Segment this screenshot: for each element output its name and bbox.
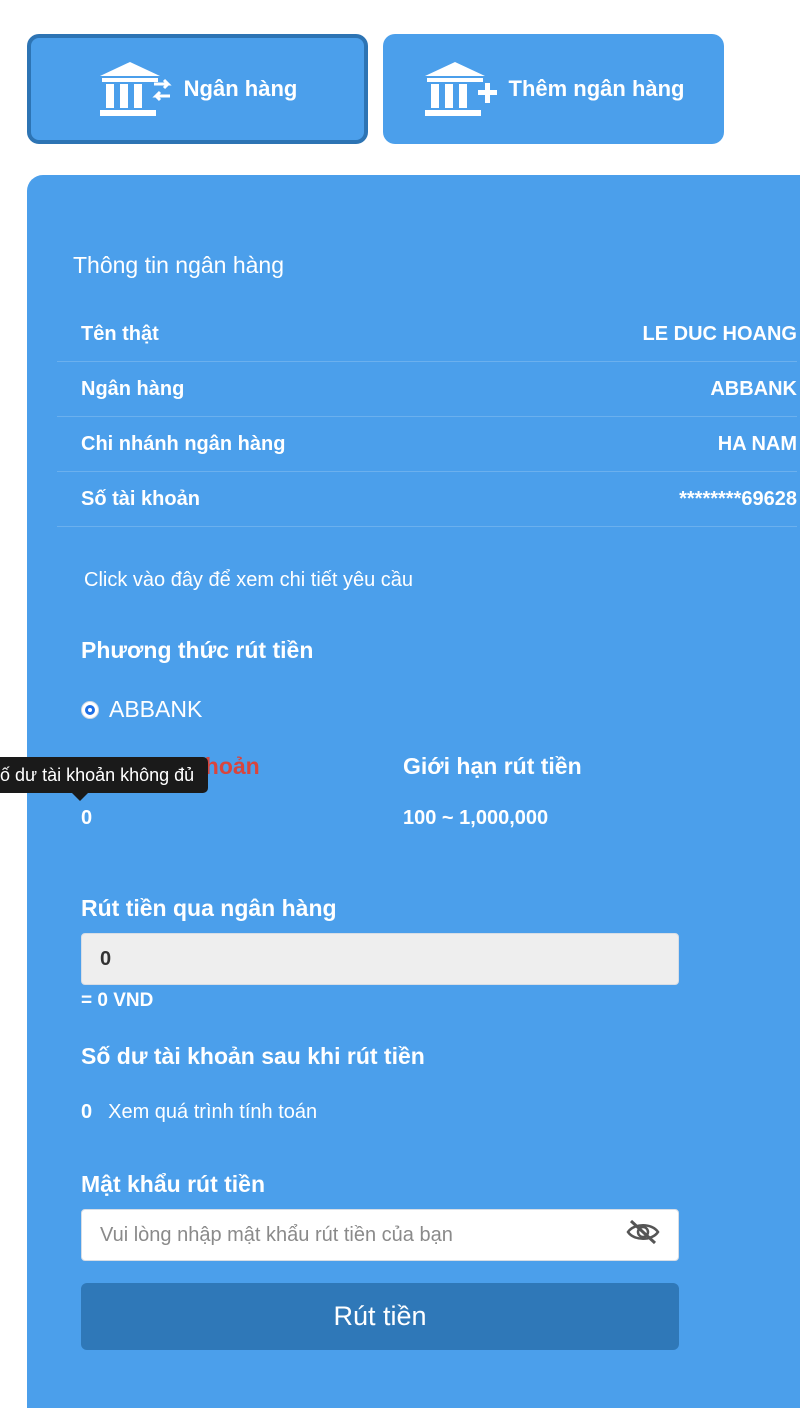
calculation-link[interactable]: Xem quá trình tính toán <box>108 1101 317 1124</box>
after-balance-label: Số dư tài khoản sau khi rút tiền <box>81 1043 425 1069</box>
after-balance-value: 0 <box>81 1101 93 1123</box>
branch-label: Chi nhánh ngân hàng <box>81 432 286 455</box>
withdraw-submit-button[interactable]: Rút tiền <box>81 1283 679 1350</box>
eye-off-icon[interactable] <box>626 1219 660 1251</box>
bank-info-row: Tên thật LE DUC HOANG <box>57 307 797 362</box>
real-name-label: Tên thật <box>81 322 159 345</box>
branch-value: HA NAM <box>717 432 797 455</box>
bank-info-title: Thông tin ngân hàng <box>73 252 285 278</box>
tab-bank-label: Ngân hàng <box>183 76 298 101</box>
converted-amount: = 0 VND <box>81 990 154 1011</box>
account-number-value: ********69628 <box>679 487 797 510</box>
bank-info-row: Ngân hàng ABBANK <box>57 362 797 417</box>
withdraw-limit-value: 100 ~ 1,000,000 <box>403 807 549 829</box>
bank-name-label: Ngân hàng <box>81 377 185 400</box>
bank-info-row: Số tài khoản ********69628 <box>57 472 797 527</box>
radio-button[interactable] <box>81 700 99 719</box>
account-number-label: Số tài khoản <box>81 487 200 510</box>
withdraw-method-option[interactable]: ABBANK <box>81 696 202 723</box>
bank-info-row: Chi nhánh ngân hàng HA NAM <box>57 417 797 472</box>
bank-add-icon <box>423 60 503 118</box>
withdraw-amount-value: 0 <box>100 947 112 970</box>
after-balance-row: 0 Xem quá trình tính toán <box>81 1101 317 1124</box>
withdraw-method-title: Phương thức rút tiền <box>81 637 314 663</box>
withdraw-submit-label: Rút tiền <box>333 1301 427 1331</box>
insufficient-balance-tooltip: ố dư tài khoản không đủ <box>0 757 209 801</box>
account-balance-value: 0 <box>81 807 93 829</box>
tab-bank[interactable]: Ngân hàng <box>27 34 368 144</box>
radio-selected-dot <box>85 704 95 715</box>
withdraw-limit-label: Giới hạn rút tiền <box>403 753 582 779</box>
withdraw-password-input[interactable]: Vui lòng nhập mật khẩu rút tiền của bạn <box>81 1209 679 1261</box>
password-placeholder: Vui lòng nhập mật khẩu rút tiền của bạn <box>100 1223 453 1246</box>
tab-add-bank-label: Thêm ngân hàng <box>508 76 685 101</box>
withdraw-password-label: Mật khẩu rút tiền <box>81 1171 266 1197</box>
withdraw-amount-input[interactable]: 0 <box>81 933 679 985</box>
bank-swap-icon <box>98 60 178 118</box>
real-name-value: LE DUC HOANG <box>642 322 797 345</box>
withdraw-method-option-label: ABBANK <box>109 696 203 722</box>
bank-name-value: ABBANK <box>710 377 797 400</box>
withdraw-amount-label: Rút tiền qua ngân hàng <box>81 895 337 921</box>
tooltip-text: ố dư tài khoản không đủ <box>0 764 195 785</box>
tab-add-bank[interactable]: Thêm ngân hàng <box>383 34 724 144</box>
request-details-link[interactable]: Click vào đây để xem chi tiết yêu cầu <box>84 569 413 592</box>
